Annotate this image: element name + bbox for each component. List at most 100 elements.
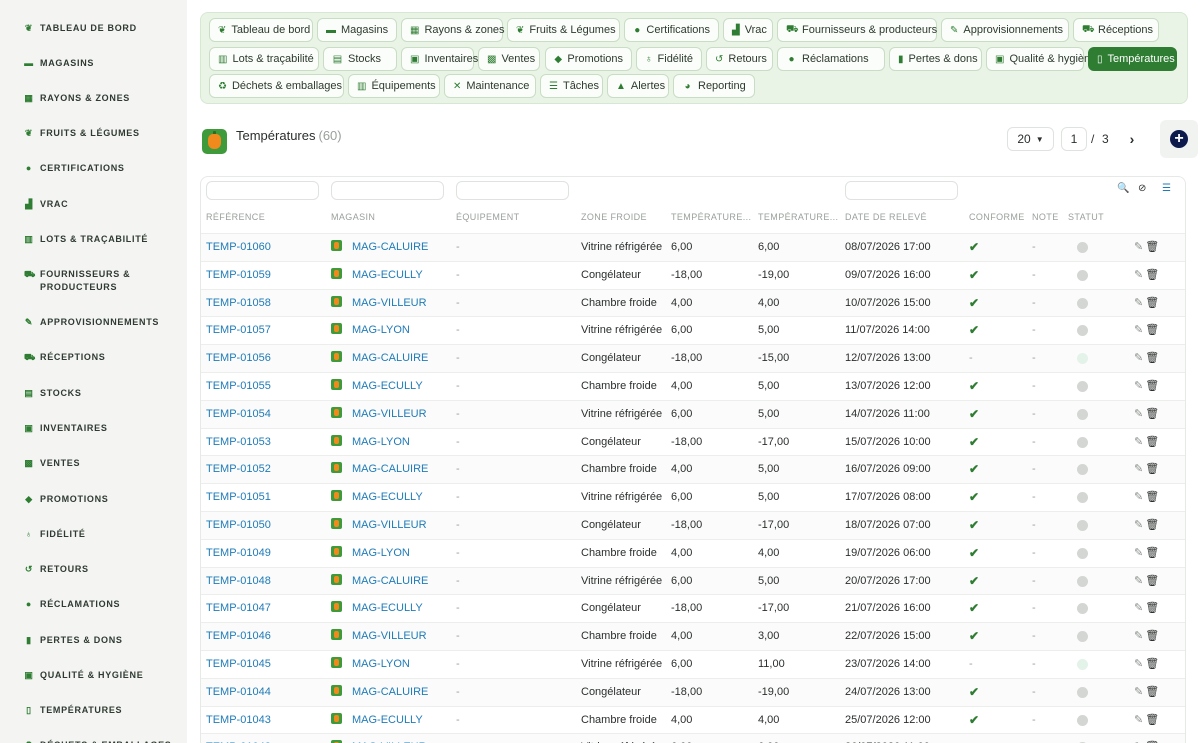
reference-link[interactable]: TEMP-01044 — [206, 679, 271, 706]
delete-icon[interactable]: 🗑 — [1145, 602, 1159, 614]
nav-chip[interactable]: ▟ Vrac — [723, 18, 773, 42]
nav-chip[interactable]: ❦ Fruits & Légumes — [507, 18, 620, 42]
edit-icon[interactable]: ✎ — [1134, 491, 1143, 503]
reference-link[interactable]: TEMP-01045 — [206, 651, 271, 678]
sidebar-item[interactable]: ⛟ FOURNISSEURS & PRODUCTEURS — [0, 268, 187, 294]
table-row[interactable]: TEMP-01045 MAG-LYON - Vitrine réfrigérée 6,0… — [201, 650, 1185, 678]
table-row[interactable]: TEMP-01049 MAG-LYON - Chambre froide 4,00 4,0… — [201, 538, 1185, 567]
reference-link[interactable]: TEMP-01056 — [206, 345, 271, 372]
sidebar-item[interactable]: ▩ VENTES — [0, 457, 187, 470]
column-header[interactable]: CONFORME — [969, 212, 1029, 222]
sidebar-item[interactable]: ✎ APPROVISIONNEMENTS — [0, 316, 187, 329]
magasin-link[interactable]: MAG-ECULLY — [331, 373, 423, 400]
edit-icon[interactable]: ✎ — [1134, 241, 1143, 253]
reference-link[interactable]: TEMP-01046 — [206, 623, 271, 650]
magasin-link[interactable]: MAG-CALUIRE — [331, 234, 428, 261]
table-row[interactable]: TEMP-01044 MAG-CALUIRE - Congélateur -18,00 -… — [201, 677, 1185, 706]
nav-chip[interactable]: ▣ Inventaires — [401, 47, 478, 71]
nav-chip[interactable]: ✎ Approvisionnements — [941, 18, 1069, 42]
reference-link[interactable]: TEMP-01049 — [206, 540, 271, 567]
reference-link[interactable]: TEMP-01053 — [206, 429, 271, 456]
delete-icon[interactable]: 🗑 — [1145, 491, 1159, 503]
edit-icon[interactable]: ✎ — [1134, 463, 1143, 475]
edit-icon[interactable]: ✎ — [1134, 408, 1143, 420]
magasin-link[interactable]: MAG-CALUIRE — [331, 456, 428, 483]
reference-link[interactable]: TEMP-01042 — [206, 734, 271, 743]
magasin-link[interactable]: MAG-VILLEUR — [331, 623, 427, 650]
edit-icon[interactable]: ✎ — [1134, 352, 1143, 364]
filter-reference-input[interactable] — [206, 181, 319, 200]
delete-icon[interactable]: 🗑 — [1145, 463, 1159, 475]
search-icon[interactable]: 🔍 — [1117, 183, 1129, 194]
column-header[interactable]: MAGASIN — [331, 212, 441, 222]
edit-icon[interactable]: ✎ — [1134, 602, 1143, 614]
edit-icon[interactable]: ✎ — [1134, 436, 1143, 448]
table-row[interactable]: TEMP-01050 MAG-VILLEUR - Congélateur -18,00 -… — [201, 511, 1185, 539]
edit-icon[interactable]: ✎ — [1134, 575, 1143, 587]
nav-chip[interactable]: ▣ Qualité & hygiène — [986, 47, 1096, 71]
nav-chip[interactable]: ▩ Ventes — [478, 47, 540, 71]
magasin-link[interactable]: MAG-LYON — [331, 429, 410, 456]
nav-chip[interactable]: ❦ Tableau de bord — [209, 18, 313, 42]
edit-icon[interactable]: ✎ — [1134, 269, 1143, 281]
sidebar-item[interactable]: ▦ RAYONS & ZONES — [0, 92, 187, 105]
nav-chip[interactable]: ▥ Lots & traçabilité — [209, 47, 319, 71]
sidebar-item[interactable]: ❦ TABLEAU DE BORD — [0, 22, 187, 35]
magasin-link[interactable]: MAG-CALUIRE — [331, 345, 428, 372]
magasin-link[interactable]: MAG-VILLEUR — [331, 734, 427, 743]
table-row[interactable]: TEMP-01054 MAG-VILLEUR - Vitrine réfrigérée… — [201, 399, 1185, 428]
magasin-link[interactable]: MAG-CALUIRE — [331, 679, 428, 706]
delete-icon[interactable]: 🗑 — [1145, 352, 1159, 364]
magasin-link[interactable]: MAG-ECULLY — [331, 484, 423, 511]
sidebar-item[interactable]: ▥ LOTS & TRAÇABILITÉ — [0, 233, 187, 246]
reference-link[interactable]: TEMP-01050 — [206, 512, 271, 539]
delete-icon[interactable]: 🗑 — [1145, 380, 1159, 392]
nav-chip[interactable]: ♻ Déchets & emballages — [209, 74, 344, 98]
nav-chip[interactable]: ▲ Alertes — [607, 74, 669, 98]
edit-icon[interactable]: ✎ — [1134, 714, 1143, 726]
reference-link[interactable]: TEMP-01055 — [206, 373, 271, 400]
edit-icon[interactable]: ✎ — [1134, 547, 1143, 559]
nav-chip[interactable]: ◕ Reporting — [673, 74, 755, 98]
nav-chip[interactable]: ● Réclamations — [777, 47, 885, 71]
column-header[interactable]: TEMPÉRATURE... — [758, 212, 838, 222]
nav-chip[interactable]: ♁ Fidélité — [636, 47, 702, 71]
magasin-link[interactable]: MAG-ECULLY — [331, 595, 423, 622]
nav-chip[interactable]: ↺ Retours — [706, 47, 773, 71]
nav-chip[interactable]: ▦ Rayons & zones — [401, 18, 505, 42]
column-header[interactable]: STATUT — [1068, 212, 1118, 222]
table-row[interactable]: TEMP-01056 MAG-CALUIRE - Congélateur -18,00 -… — [201, 344, 1185, 373]
sidebar-item[interactable]: ▬ MAGASINS — [0, 57, 187, 70]
column-header[interactable]: ZONE FROIDE — [581, 212, 666, 222]
edit-icon[interactable]: ✎ — [1134, 630, 1143, 642]
reference-link[interactable]: TEMP-01054 — [206, 401, 271, 428]
edit-icon[interactable]: ✎ — [1134, 380, 1143, 392]
reference-link[interactable]: TEMP-01048 — [206, 568, 271, 595]
sidebar-item[interactable]: ● RÉCLAMATIONS — [0, 598, 187, 611]
table-row[interactable]: TEMP-01043 MAG-ECULLY - Chambre froide 4,00 4… — [201, 705, 1185, 734]
delete-icon[interactable]: 🗑 — [1145, 324, 1159, 336]
column-header[interactable]: TEMPÉRATURE... — [671, 212, 751, 222]
edit-icon[interactable]: ✎ — [1134, 519, 1143, 531]
delete-icon[interactable]: 🗑 — [1145, 269, 1159, 281]
reference-link[interactable]: TEMP-01059 — [206, 262, 271, 289]
sidebar-item[interactable]: ▣ INVENTAIRES — [0, 422, 187, 435]
table-row[interactable]: TEMP-01052 MAG-CALUIRE - Chambre froide 4,00… — [201, 455, 1185, 484]
sidebar-item[interactable]: ● CERTIFICATIONS — [0, 162, 187, 175]
delete-icon[interactable]: 🗑 — [1145, 408, 1159, 420]
sidebar-item[interactable]: ▤ STOCKS — [0, 387, 187, 400]
edit-icon[interactable]: ✎ — [1134, 686, 1143, 698]
filter-date-input[interactable] — [845, 181, 958, 200]
delete-icon[interactable]: 🗑 — [1145, 519, 1159, 531]
table-row[interactable]: TEMP-01042 MAG-VILLEUR - Vitrine réfrigérée… — [201, 733, 1185, 743]
reference-link[interactable]: TEMP-01057 — [206, 317, 271, 344]
sidebar-item[interactable]: ▣ QUALITÉ & HYGIÈNE — [0, 669, 187, 682]
magasin-link[interactable]: MAG-LYON — [331, 651, 410, 678]
column-header[interactable]: ÉQUIPEMENT — [456, 212, 566, 222]
reference-link[interactable]: TEMP-01043 — [206, 707, 271, 734]
edit-icon[interactable]: ✎ — [1134, 324, 1143, 336]
sidebar-item[interactable]: ♁ FIDÉLITÉ — [0, 528, 187, 541]
delete-icon[interactable]: 🗑 — [1145, 547, 1159, 559]
delete-icon[interactable]: 🗑 — [1145, 686, 1159, 698]
nav-chip[interactable]: ⛟ Réceptions — [1073, 18, 1159, 42]
